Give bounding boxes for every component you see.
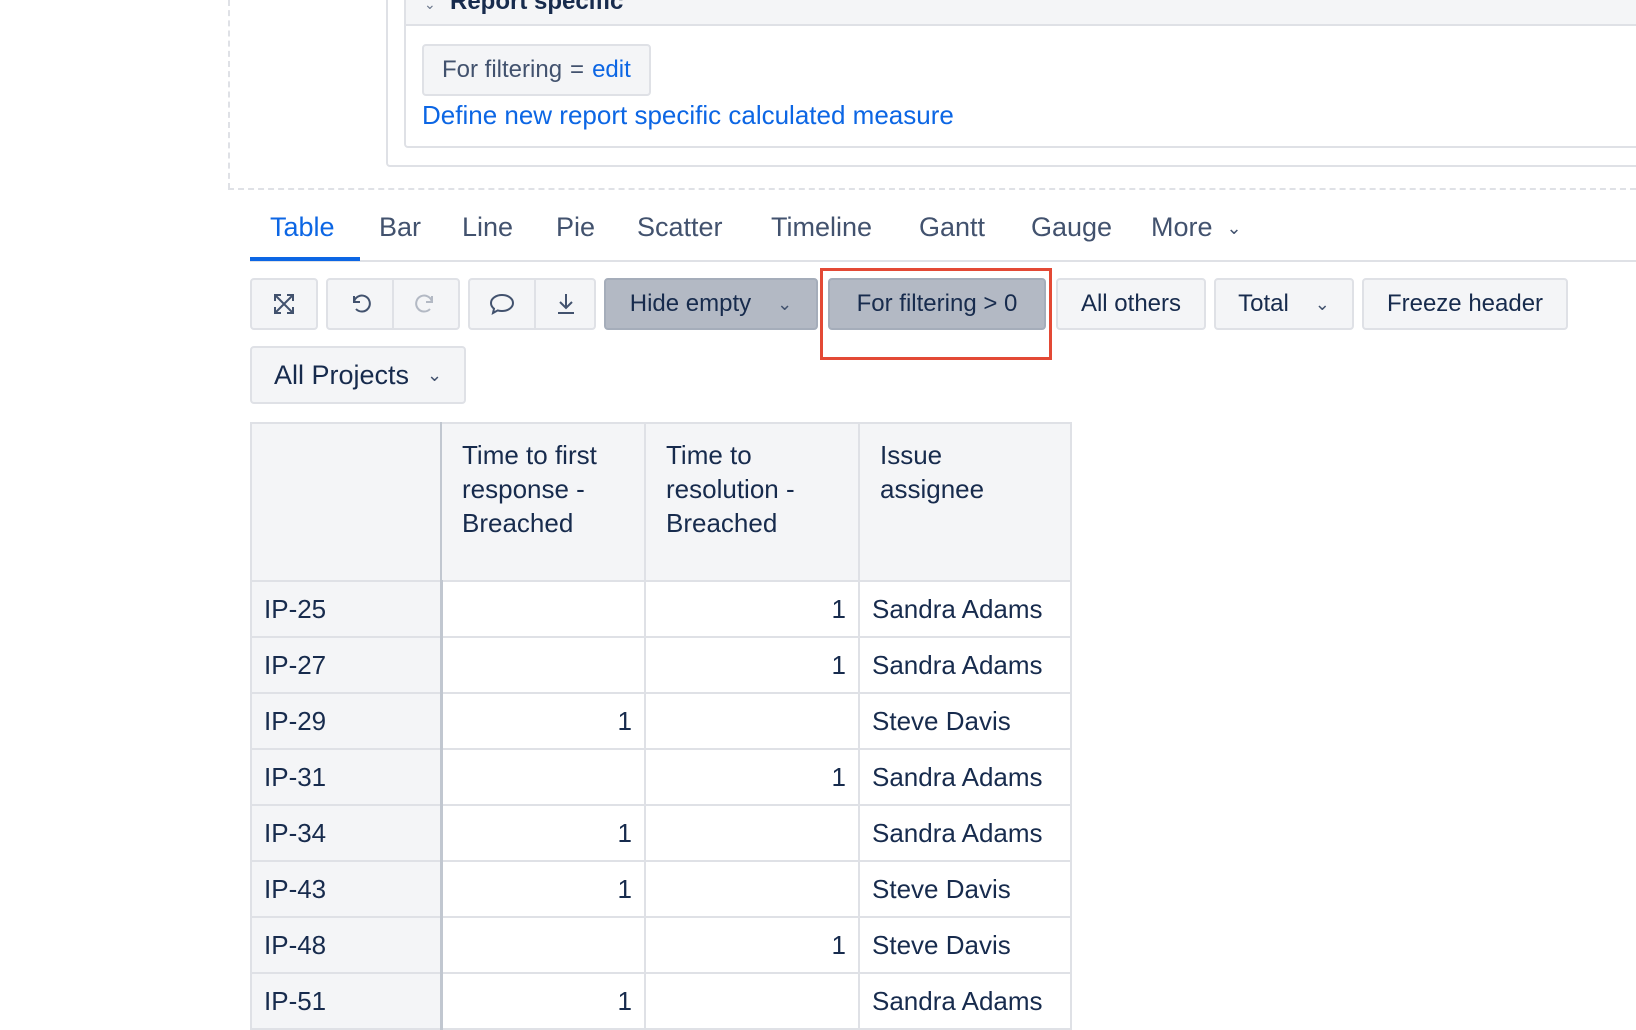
comment-export-group xyxy=(468,278,596,330)
all-others-button[interactable]: All others xyxy=(1056,278,1206,330)
row-header[interactable]: IP-34 xyxy=(250,804,443,862)
table-row: IP-51 1 Sandra Adams xyxy=(250,972,1072,1030)
table-cell: 1 xyxy=(644,916,860,974)
undo-redo-group xyxy=(326,278,460,330)
row-header[interactable]: IP-51 xyxy=(250,972,443,1030)
report-table: Time to first response - Breached Time t… xyxy=(250,422,1072,1030)
table-cell: Sandra Adams xyxy=(858,972,1072,1030)
table-cell xyxy=(644,692,860,750)
column-header-first-response[interactable]: Time to first response - Breached xyxy=(440,422,646,582)
table-cell xyxy=(440,580,646,638)
table-cell: Sandra Adams xyxy=(858,636,1072,694)
table-cell: Sandra Adams xyxy=(858,804,1072,862)
measure-chip[interactable]: For filtering = edit xyxy=(422,44,651,96)
row-header[interactable]: IP-31 xyxy=(250,748,443,806)
table-cell: Steve Davis xyxy=(858,916,1072,974)
hide-empty-label: Hide empty xyxy=(629,290,752,317)
section-title: Report specific xyxy=(450,0,624,15)
chevron-down-icon: ⌄ xyxy=(427,364,443,385)
table-header-row: Time to first response - Breached Time t… xyxy=(250,422,1072,582)
table-cell: Sandra Adams xyxy=(858,748,1072,806)
corner-header xyxy=(250,422,442,582)
dashed-border-bottom xyxy=(228,188,1636,190)
freeze-header-button[interactable]: Freeze header xyxy=(1362,278,1568,330)
row-header[interactable]: IP-48 xyxy=(250,916,443,974)
tab-bar[interactable]: Bar xyxy=(379,212,421,243)
expand-icon xyxy=(274,294,294,314)
highlight-box xyxy=(820,268,1052,360)
row-header[interactable]: IP-25 xyxy=(250,580,443,638)
column-header-assignee[interactable]: Issue assignee xyxy=(858,422,1072,582)
tab-timeline[interactable]: Timeline xyxy=(771,212,872,243)
tab-line[interactable]: Line xyxy=(462,212,513,243)
chevron-down-icon: ⌄ xyxy=(1226,218,1242,239)
total-label: Total xyxy=(1238,290,1289,317)
undo-icon xyxy=(353,294,371,313)
total-dropdown[interactable]: Total ⌄ xyxy=(1214,278,1354,330)
table-cell xyxy=(644,860,860,918)
active-tab-indicator xyxy=(250,257,360,261)
projects-dropdown[interactable]: All Projects ⌄ xyxy=(250,346,467,404)
edit-measure-link[interactable]: edit xyxy=(592,56,631,84)
tab-more[interactable]: More ⌄ xyxy=(1151,212,1242,243)
table-cell: 1 xyxy=(644,748,860,806)
table-cell xyxy=(440,916,646,974)
freeze-header-label: Freeze header xyxy=(1386,290,1544,317)
comment-icon xyxy=(489,293,515,315)
table-cell: Steve Davis xyxy=(858,860,1072,918)
table-cell: Steve Davis xyxy=(858,692,1072,750)
tab-scatter[interactable]: Scatter xyxy=(637,212,723,243)
tabs-divider xyxy=(250,260,1636,262)
export-button[interactable] xyxy=(536,280,596,328)
all-others-label: All others xyxy=(1080,290,1182,317)
redo-icon xyxy=(415,294,433,313)
tab-gantt[interactable]: Gantt xyxy=(919,212,985,243)
table-cell: 1 xyxy=(644,636,860,694)
chevron-down-icon: ⌄ xyxy=(1314,293,1330,314)
table-cell: Sandra Adams xyxy=(858,580,1072,638)
table-cell xyxy=(440,748,646,806)
table-row: IP-29 1 Steve Davis xyxy=(250,692,1072,750)
comment-button[interactable] xyxy=(470,280,534,328)
chevron-down-icon: ⌄ xyxy=(777,293,793,314)
tab-more-label: More xyxy=(1151,212,1213,242)
table-cell: 1 xyxy=(644,580,860,638)
undo-button[interactable] xyxy=(328,280,392,328)
column-header-resolution[interactable]: Time to resolution - Breached xyxy=(644,422,860,582)
fullscreen-button[interactable] xyxy=(250,278,318,330)
row-header[interactable]: IP-43 xyxy=(250,860,443,918)
hide-empty-dropdown[interactable]: Hide empty ⌄ xyxy=(604,278,818,330)
table-cell: 1 xyxy=(440,804,646,862)
row-header[interactable]: IP-27 xyxy=(250,636,443,694)
projects-label: All Projects xyxy=(274,359,410,390)
define-measure-link[interactable]: Define new report specific calculated me… xyxy=(422,100,954,131)
measure-equals: = xyxy=(570,56,585,83)
download-icon xyxy=(558,294,574,314)
table-cell: 1 xyxy=(440,860,646,918)
table-row: IP-31 1 Sandra Adams xyxy=(250,748,1072,806)
tab-gauge[interactable]: Gauge xyxy=(1031,212,1112,243)
table-row: IP-43 1 Steve Davis xyxy=(250,860,1072,918)
table-cell xyxy=(644,804,860,862)
tab-table[interactable]: Table xyxy=(270,212,335,243)
table-cell: 1 xyxy=(440,972,646,1030)
table-cell xyxy=(440,636,646,694)
table-cell: 1 xyxy=(440,692,646,750)
row-header[interactable]: IP-29 xyxy=(250,692,443,750)
table-cell xyxy=(644,972,860,1030)
table-row: IP-48 1 Steve Davis xyxy=(250,916,1072,974)
table-row: IP-25 1 Sandra Adams xyxy=(250,580,1072,638)
tab-pie[interactable]: Pie xyxy=(556,212,595,243)
table-row: IP-27 1 Sandra Adams xyxy=(250,636,1072,694)
table-row: IP-34 1 Sandra Adams xyxy=(250,804,1072,862)
redo-button[interactable] xyxy=(394,280,458,328)
chevron-down-icon[interactable]: ⌄ xyxy=(424,0,436,13)
dashed-border-left xyxy=(228,0,230,189)
measure-name: For filtering xyxy=(442,56,563,83)
